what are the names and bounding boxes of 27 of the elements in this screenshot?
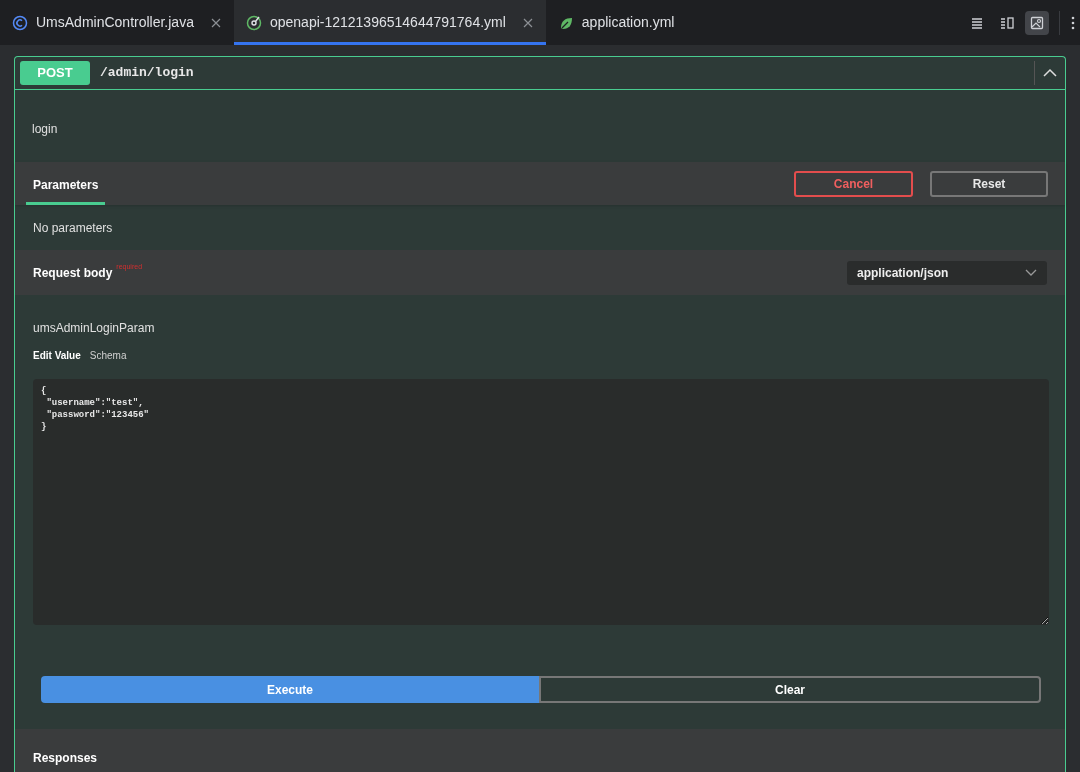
content-type-select[interactable]: application/json [847, 260, 1047, 285]
description-text: login [32, 122, 58, 136]
editor-tab[interactable]: openapi-12121396514644791764.yml [233, 0, 546, 45]
model-name: umsAdminLoginParam [33, 320, 156, 337]
image-preview-icon[interactable] [1025, 10, 1049, 35]
method-badge: POST [20, 61, 90, 85]
section-title: Responses [33, 751, 98, 765]
no-parameters-text: No parameters [33, 219, 113, 237]
tab-label: openapi-12121396514644791764.yml [269, 13, 506, 32]
view-tab[interactable]: Schema [89, 348, 127, 363]
more-icon[interactable] [1070, 14, 1076, 31]
chevron-down-icon [1025, 268, 1037, 277]
editor-tab[interactable]: application.yml [545, 0, 687, 45]
request-body-editor[interactable]: { "username":"test", "password":"123456" } [33, 379, 1049, 625]
editor-tab[interactable]: UmsAdminController.java [0, 0, 234, 45]
section-title: Request body [33, 264, 113, 282]
endpoint-path: /admin/login [100, 64, 194, 83]
tab-label: UmsAdminController.java [36, 13, 194, 32]
close-icon[interactable] [209, 16, 222, 29]
parameters-tab[interactable]: Parameters [26, 162, 106, 205]
clear-button[interactable]: Clear [539, 676, 1041, 703]
class-icon [12, 14, 28, 31]
tab-label: application.yml [581, 13, 675, 32]
view-tab[interactable]: Edit Value [33, 348, 81, 363]
target-icon [245, 14, 262, 31]
reset-button[interactable]: Reset [930, 170, 1048, 197]
close-icon[interactable] [521, 16, 534, 29]
